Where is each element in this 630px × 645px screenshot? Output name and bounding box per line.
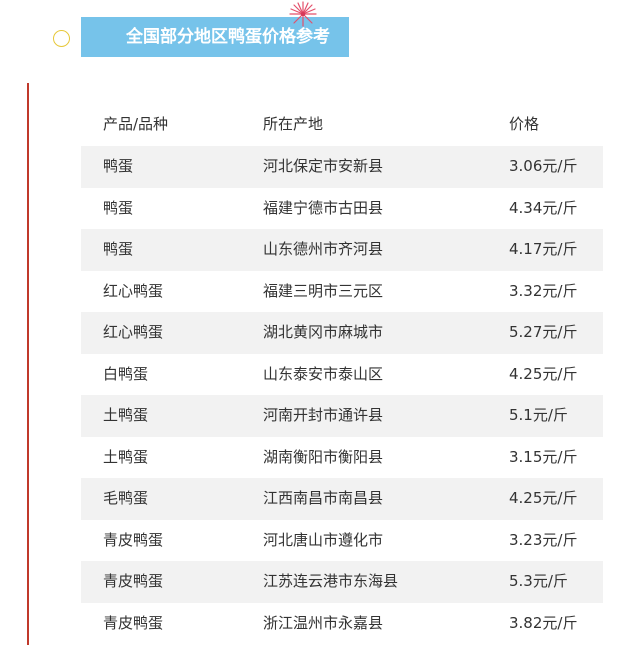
table-row: 土鸭蛋 湖南衡阳市衡阳县 3.15元/斤 <box>81 437 603 479</box>
cell-origin: 湖北黄冈市麻城市 <box>263 323 384 341</box>
cell-price: 5.1元/斤 <box>509 406 568 424</box>
cell-product: 青皮鸭蛋 <box>103 613 164 632</box>
table-row: 青皮鸭蛋 浙江温州市永嘉县 3.82元/斤 <box>81 603 603 645</box>
cell-origin: 河北保定市安新县 <box>263 157 384 175</box>
cell-product: 土鸭蛋 <box>103 406 149 424</box>
cell-origin: 福建三明市三元区 <box>263 281 384 300</box>
cell-price: 3.23元/斤 <box>509 530 578 549</box>
cell-price: 3.82元/斤 <box>509 613 578 632</box>
table-body: 鸭蛋 河北保定市安新县 3.06元/斤 鸭蛋 福建宁德市古田县 4.34元/斤 鸭蛋 山东德州… <box>81 146 603 644</box>
cell-price: 4.25元/斤 <box>509 364 578 383</box>
table-row: 土鸭蛋 河南开封市通许县 5.1元/斤 <box>81 395 603 437</box>
table-row: 鸭蛋 河北保定市安新县 3.06元/斤 <box>81 146 603 188</box>
table-row: 毛鸭蛋 江西南昌市南昌县 4.25元/斤 <box>81 478 603 520</box>
header-origin: 所在产地 <box>263 115 324 133</box>
cell-price: 3.32元/斤 <box>509 281 578 300</box>
cell-price: 4.25元/斤 <box>509 489 578 507</box>
cell-origin: 江西南昌市南昌县 <box>263 489 384 507</box>
cell-product: 青皮鸭蛋 <box>103 572 164 590</box>
cell-price: 3.06元/斤 <box>509 157 578 175</box>
cell-product: 鸭蛋 <box>103 157 134 175</box>
cell-origin: 山东泰安市泰山区 <box>263 364 384 383</box>
cell-price: 5.3元/斤 <box>509 572 568 590</box>
cell-product: 红心鸭蛋 <box>103 323 164 341</box>
table-row: 红心鸭蛋 湖北黄冈市麻城市 5.27元/斤 <box>81 312 603 354</box>
header-price: 价格 <box>509 115 540 133</box>
price-table: 产品/品种 所在产地 价格 鸭蛋 河北保定市安新县 3.06元/斤 鸭蛋 福建宁德市古田… <box>81 103 603 644</box>
firework-icon <box>289 1 317 27</box>
table-row: 鸭蛋 山东德州市齐河县 4.17元/斤 <box>81 229 603 271</box>
table-row: 青皮鸭蛋 江苏连云港市东海县 5.3元/斤 <box>81 561 603 603</box>
header-product: 产品/品种 <box>103 115 169 133</box>
cell-product: 毛鸭蛋 <box>103 489 149 507</box>
cell-product: 鸭蛋 <box>103 198 134 217</box>
table-row: 青皮鸭蛋 河北唐山市遵化市 3.23元/斤 <box>81 520 603 562</box>
cell-origin: 浙江温州市永嘉县 <box>263 613 384 632</box>
cell-price: 4.34元/斤 <box>509 198 578 217</box>
circle-icon <box>53 30 70 47</box>
cell-price: 4.17元/斤 <box>509 240 578 258</box>
cell-product: 白鸭蛋 <box>103 364 149 383</box>
cell-origin: 江苏连云港市东海县 <box>263 572 399 590</box>
cell-product: 红心鸭蛋 <box>103 281 164 300</box>
cell-price: 3.15元/斤 <box>509 447 578 466</box>
table-row: 白鸭蛋 山东泰安市泰山区 4.25元/斤 <box>81 354 603 396</box>
cell-product: 土鸭蛋 <box>103 447 149 466</box>
table-row: 鸭蛋 福建宁德市古田县 4.34元/斤 <box>81 188 603 230</box>
cell-origin: 福建宁德市古田县 <box>263 198 384 217</box>
cell-origin: 山东德州市齐河县 <box>263 240 384 258</box>
cell-product: 青皮鸭蛋 <box>103 530 164 549</box>
cell-origin: 湖南衡阳市衡阳县 <box>263 447 384 466</box>
cell-price: 5.27元/斤 <box>509 323 578 341</box>
cell-product: 鸭蛋 <box>103 240 134 258</box>
cell-origin: 河北唐山市遵化市 <box>263 530 384 549</box>
table-header: 产品/品种 所在产地 价格 <box>81 103 603 146</box>
left-accent-rule <box>27 83 29 645</box>
table-row: 红心鸭蛋 福建三明市三元区 3.32元/斤 <box>81 271 603 313</box>
cell-origin: 河南开封市通许县 <box>263 406 384 424</box>
